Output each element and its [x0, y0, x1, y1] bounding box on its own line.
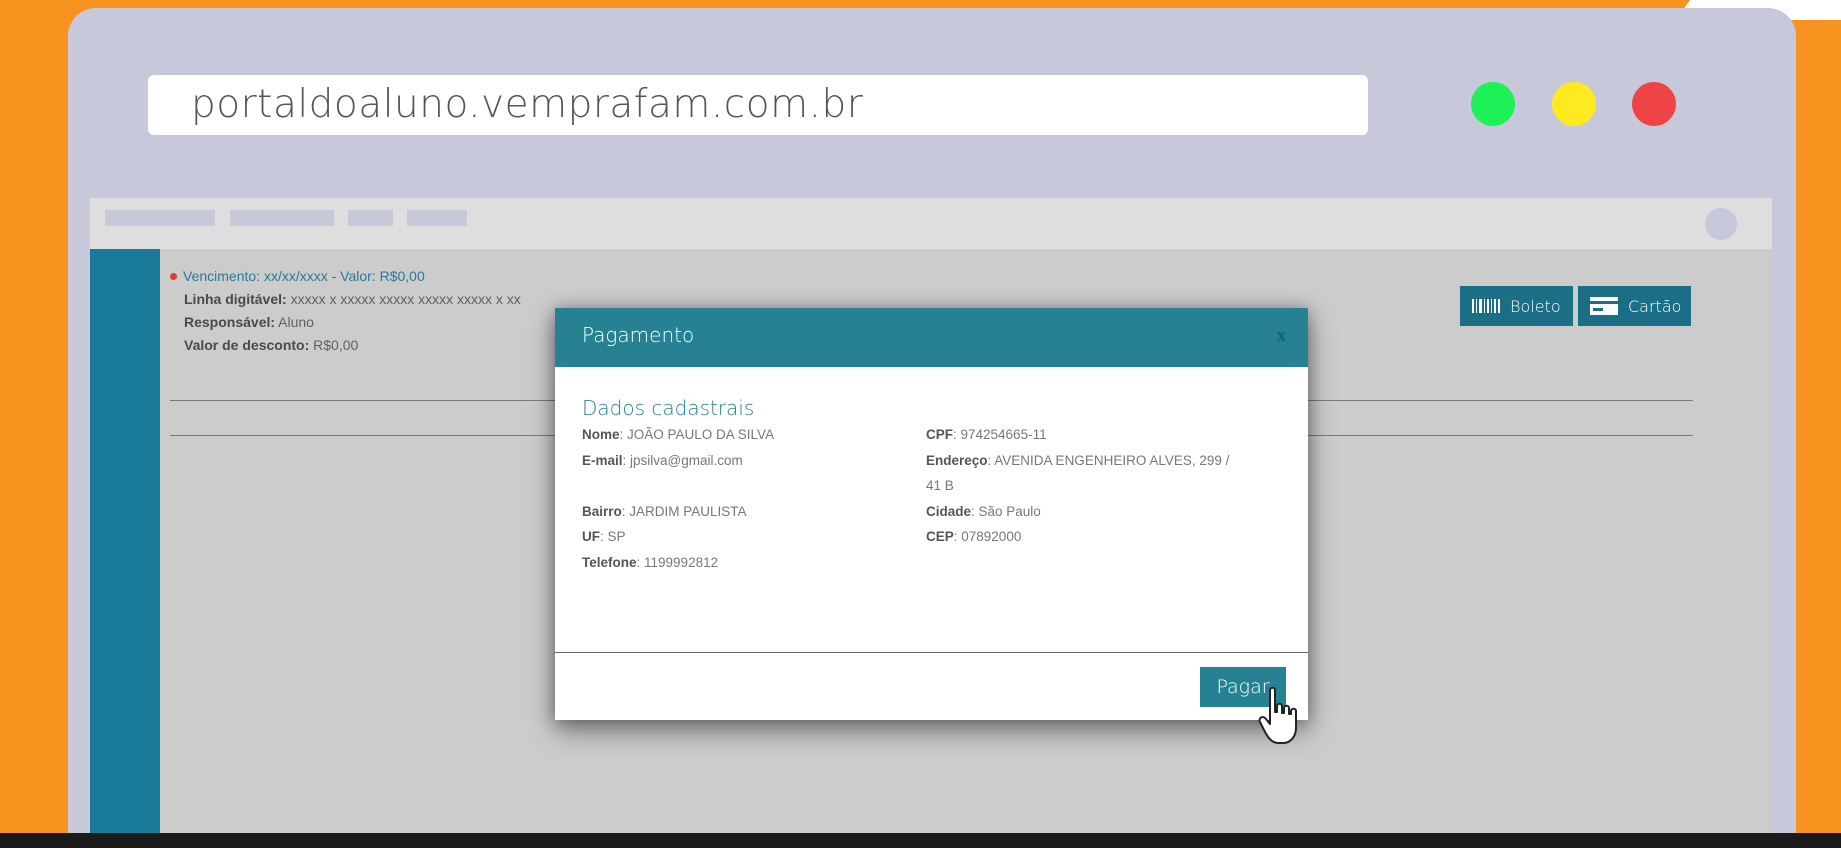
linha-value: xxxxx x xxxxx xxxxx xxxxx xxxxx x xx: [286, 291, 521, 307]
field-label: Bairro: [582, 504, 622, 519]
field-endereco: Endereço: AVENIDA ENGENHEIRO ALVES, 299 …: [926, 448, 1229, 473]
desconto-label: Valor de desconto:: [184, 337, 310, 353]
invoice-due-line: Vencimento: xx/xx/xxxx - Valor: R$0,00: [170, 268, 425, 284]
boleto-label: Boleto: [1510, 296, 1561, 316]
field-label: CEP: [926, 529, 954, 544]
field-label: Telefone: [582, 555, 637, 570]
payment-modal: Pagamento x Dados cadastrais Nome: JOÃO …: [555, 308, 1308, 720]
close-button[interactable]: x: [1277, 309, 1287, 363]
url-text: portaldoaluno.vemprafam.com.br: [191, 82, 864, 127]
field-value: : jpsilva@gmail.com: [622, 453, 743, 468]
bottom-bar: [0, 833, 1841, 848]
credit-card-icon: [1590, 297, 1618, 315]
section-title: Dados cadastrais: [582, 396, 755, 420]
field-value: 41 B: [926, 478, 954, 493]
modal-footer-divider: [555, 652, 1308, 653]
field-value: : SP: [600, 529, 626, 544]
field-cep: CEP: 07892000: [926, 524, 1021, 549]
field-value: : São Paulo: [971, 504, 1041, 519]
hand-pointer-icon: [1258, 686, 1306, 753]
responsavel: Responsável: Aluno: [184, 314, 314, 330]
status-dot-icon: [170, 272, 177, 280]
field-value: : JOÃO PAULO DA SILVA: [619, 427, 775, 442]
field-cidade: Cidade: São Paulo: [926, 499, 1041, 524]
valor-desconto: Valor de desconto: R$0,00: [184, 337, 358, 353]
field-value: : AVENIDA ENGENHEIRO ALVES, 299 /: [987, 453, 1230, 468]
responsavel-value: Aluno: [275, 314, 314, 330]
field-value: : JARDIM PAULISTA: [621, 504, 747, 519]
field-nome: Nome: JOÃO PAULO DA SILVA: [582, 422, 774, 447]
modal-header: Pagamento x: [555, 308, 1308, 367]
window-dot-red[interactable]: [1632, 82, 1676, 126]
address-bar[interactable]: portaldoaluno.vemprafam.com.br: [148, 75, 1368, 135]
window-dot-yellow[interactable]: [1552, 82, 1596, 126]
field-uf: UF: SP: [582, 524, 626, 549]
field-label: Cidade: [926, 504, 972, 519]
boleto-button[interactable]: Boleto: [1460, 286, 1573, 326]
window-dot-green[interactable]: [1471, 82, 1515, 126]
field-label: Endereço: [926, 453, 988, 468]
field-email: E-mail: jpsilva@gmail.com: [582, 448, 743, 473]
avatar[interactable]: [1705, 208, 1737, 240]
field-value: : 07892000: [953, 529, 1022, 544]
barcode-icon: [1472, 299, 1500, 313]
modal-title: Pagamento: [582, 323, 695, 347]
sidebar: [90, 249, 160, 848]
field-bairro: Bairro: JARDIM PAULISTA: [582, 499, 747, 524]
field-label: Nome: [582, 427, 620, 442]
field-label: CPF: [926, 427, 953, 442]
top-navbar: [90, 198, 1772, 249]
nav-placeholder-4[interactable]: [407, 210, 467, 226]
field-value: : 1199992812: [636, 555, 719, 570]
field-value: : 974254665-11: [953, 427, 1047, 442]
invoice-due-text: Vencimento: xx/xx/xxxx - Valor: R$0,00: [183, 268, 425, 284]
field-endereco-cont: 41 B: [926, 473, 954, 498]
nav-placeholder-2[interactable]: [230, 210, 334, 226]
field-label: UF: [582, 529, 600, 544]
field-cpf: CPF: 974254665-11: [926, 422, 1047, 447]
cartao-button[interactable]: Cartão: [1578, 286, 1691, 326]
field-telefone: Telefone: 1199992812: [582, 550, 718, 575]
linha-digitavel: Linha digitável: xxxxx x xxxxx xxxxx xxx…: [184, 291, 521, 307]
linha-label: Linha digitável:: [184, 291, 287, 307]
cartao-label: Cartão: [1628, 296, 1682, 316]
nav-placeholder-1[interactable]: [105, 210, 215, 226]
field-label: E-mail: [582, 453, 623, 468]
desconto-value: R$0,00: [309, 337, 359, 353]
responsavel-label: Responsável:: [184, 314, 276, 330]
nav-placeholder-3[interactable]: [348, 210, 393, 226]
